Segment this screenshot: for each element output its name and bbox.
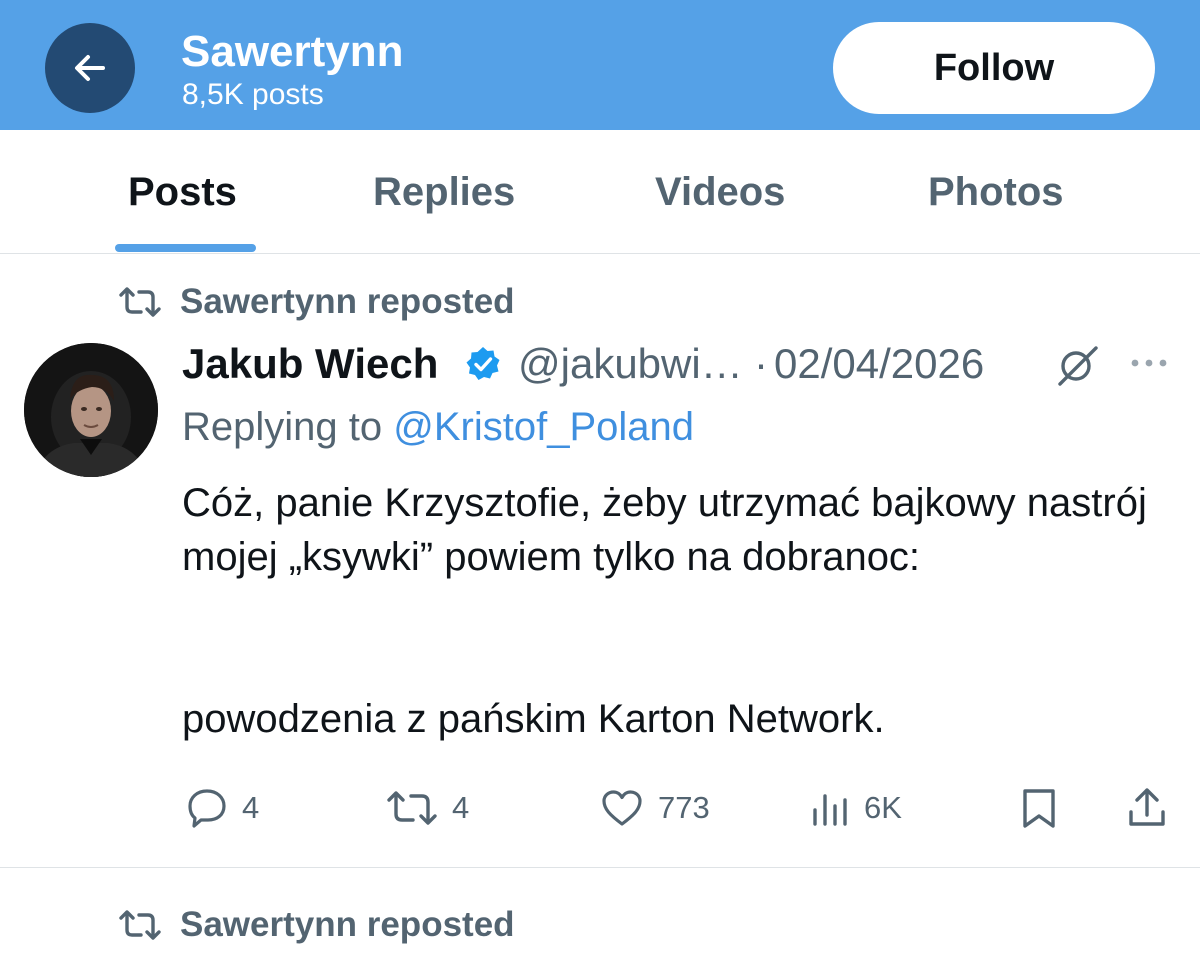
like-button[interactable]: 773 xyxy=(600,780,710,836)
heart-icon xyxy=(602,790,642,826)
reply-button[interactable]: 4 xyxy=(186,780,259,836)
active-tab-indicator xyxy=(115,244,256,252)
post-divider xyxy=(0,867,1200,868)
profile-header: Sawertynn 8,5K posts Follow xyxy=(0,0,1200,130)
analytics-icon xyxy=(813,794,847,826)
grok-icon[interactable] xyxy=(1052,342,1104,388)
profile-name: Sawertynn xyxy=(181,27,404,76)
replying-to-handle[interactable]: @Kristof_Poland xyxy=(393,405,694,449)
tab-videos[interactable]: Videos xyxy=(655,168,785,216)
back-button[interactable] xyxy=(45,23,135,113)
tab-posts[interactable]: Posts xyxy=(128,168,237,216)
post-text-paragraph: Cóż, panie Krzysztofie, żeby utrzymać ba… xyxy=(182,481,1147,579)
post-text-paragraph: powodzenia z pańskim Karton Network. xyxy=(182,697,885,741)
post-count: 8,5K posts xyxy=(182,78,324,111)
repost-icon xyxy=(387,791,437,825)
comment-icon xyxy=(188,789,226,828)
view-count: 6K xyxy=(864,790,902,825)
profile-tabs: Posts Replies Videos Photos xyxy=(0,130,1200,254)
tab-replies[interactable]: Replies xyxy=(373,168,515,216)
share-button[interactable] xyxy=(1126,780,1168,836)
bookmark-button[interactable] xyxy=(1019,780,1059,836)
replying-to-label: Replying to xyxy=(182,405,383,449)
separator-dot: · xyxy=(754,340,768,387)
repost-context[interactable]: Sawertynn reposted xyxy=(118,905,515,945)
bookmark-icon xyxy=(1023,789,1055,828)
like-count: 773 xyxy=(658,790,710,825)
more-options-icon[interactable] xyxy=(1128,348,1170,378)
avatar[interactable] xyxy=(24,343,158,477)
reply-count: 4 xyxy=(242,790,260,825)
post-author-row: Jakub Wiech @jakubwi… · 02/04/2026 xyxy=(182,338,1182,388)
replying-to: Replying to @Kristof_Poland xyxy=(182,403,694,451)
repost-icon xyxy=(119,910,161,940)
repost-icon xyxy=(119,287,161,317)
author-handle[interactable]: @jakubwi… xyxy=(518,340,743,388)
repost-count: 4 xyxy=(452,790,470,825)
repost-label: Sawertynn reposted xyxy=(180,282,515,321)
verified-badge-icon xyxy=(466,347,500,380)
share-icon xyxy=(1129,788,1165,826)
post-date[interactable]: 02/04/2026 xyxy=(774,340,984,388)
author-name[interactable]: Jakub Wiech xyxy=(182,340,438,388)
repost-button[interactable]: 4 xyxy=(386,780,469,836)
repost-label: Sawertynn reposted xyxy=(180,905,515,944)
arrow-left-icon xyxy=(75,55,105,81)
repost-context[interactable]: Sawertynn reposted xyxy=(118,282,515,322)
tab-photos[interactable]: Photos xyxy=(928,168,1064,216)
post-text: Cóż, panie Krzysztofie, żeby utrzymać ba… xyxy=(182,476,1172,746)
follow-button[interactable]: Follow xyxy=(833,22,1155,114)
views-button[interactable]: 6K xyxy=(810,780,902,836)
post-actions: 4 4 773 6K xyxy=(0,780,1200,836)
